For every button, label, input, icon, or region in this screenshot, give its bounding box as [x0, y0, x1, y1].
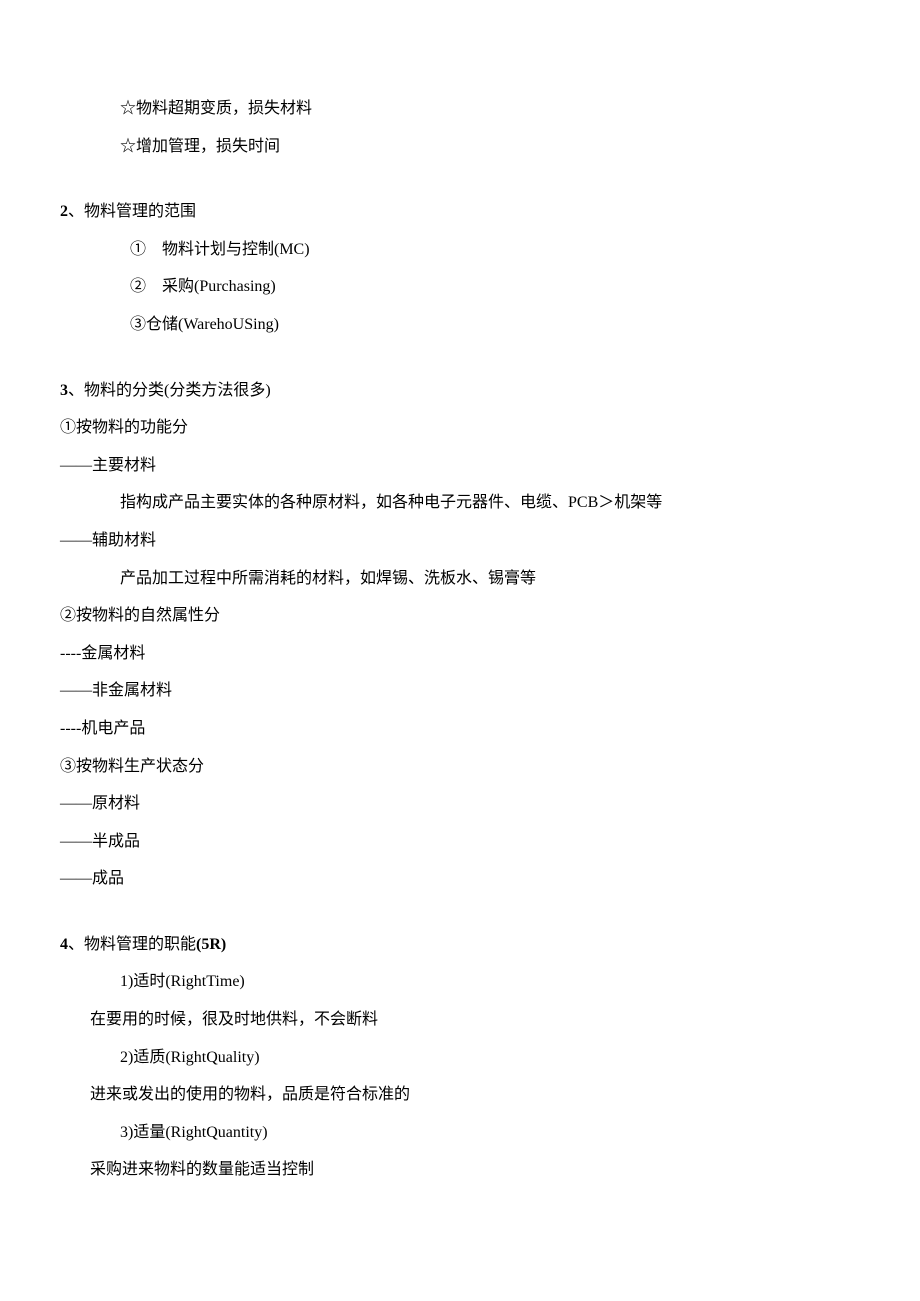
- section-4-title-b: (5R): [196, 936, 226, 953]
- section-2-heading: 2、物料管理的范围: [60, 193, 860, 231]
- s3-g1-aux-material: ——辅助材料: [60, 522, 860, 560]
- intro-line-2: ☆增加管理，损失时间: [60, 128, 860, 166]
- s3-group3-heading: ③按物料生产状态分: [60, 748, 860, 786]
- s3-g2-nonmetal: ——非金属材料: [60, 672, 860, 710]
- s3-g2-mechelec: ----机电产品: [60, 710, 860, 748]
- section-2-item-2: ② 采购(Purchasing): [60, 268, 860, 306]
- s3-group1-heading: ①按物料的功能分: [60, 409, 860, 447]
- section-4-number: 4: [60, 936, 68, 953]
- section-3-title: 、物料的分类(分类方法很多): [68, 382, 271, 399]
- s3-group2-heading: ②按物料的自然属性分: [60, 597, 860, 635]
- section-3-number: 3: [60, 382, 68, 399]
- s4-r1-desc: 在要用的时候，很及时地供料，不会断料: [60, 1001, 860, 1039]
- section-2-item-1: ① 物料计划与控制(MC): [60, 231, 860, 269]
- document-page: ☆物料超期变质，损失材料 ☆增加管理，损失时间 2、物料管理的范围 ① 物料计划…: [0, 0, 920, 1301]
- section-4-title-a: 、物料管理的职能: [68, 936, 196, 953]
- s4-r1: 1)适时(RightTime): [60, 963, 860, 1001]
- s4-r3-desc: 采购进来物料的数量能适当控制: [60, 1151, 860, 1189]
- s3-g1-aux-material-desc: 产品加工过程中所需消耗的材料，如焊锡、洗板水、锡膏等: [60, 560, 860, 598]
- s3-g1-main-material: ——主要材料: [60, 447, 860, 485]
- s3-g1-main-material-desc: 指构成产品主要实体的各种原材料，如各种电子元器件、电缆、PCB＞机架等: [60, 484, 860, 522]
- s4-r2-desc: 进来或发出的使用的物料，品质是符合标准的: [60, 1076, 860, 1114]
- section-2-item-3: ③仓储(WarehoUSing): [60, 306, 860, 344]
- s4-r3: 3)适量(RightQuantity): [60, 1114, 860, 1152]
- section-4-heading: 4、物料管理的职能(5R): [60, 926, 860, 964]
- s3-g3-finished: ——成品: [60, 860, 860, 898]
- section-2-number: 2: [60, 203, 68, 220]
- section-3-heading: 3、物料的分类(分类方法很多): [60, 372, 860, 410]
- s4-r2: 2)适质(RightQuality): [60, 1039, 860, 1077]
- s3-g3-semi: ——半成品: [60, 823, 860, 861]
- s3-g3-raw: ——原材料: [60, 785, 860, 823]
- s3-g2-metal: ----金属材料: [60, 635, 860, 673]
- intro-line-1: ☆物料超期变质，损失材料: [60, 90, 860, 128]
- section-2-title: 、物料管理的范围: [68, 203, 196, 220]
